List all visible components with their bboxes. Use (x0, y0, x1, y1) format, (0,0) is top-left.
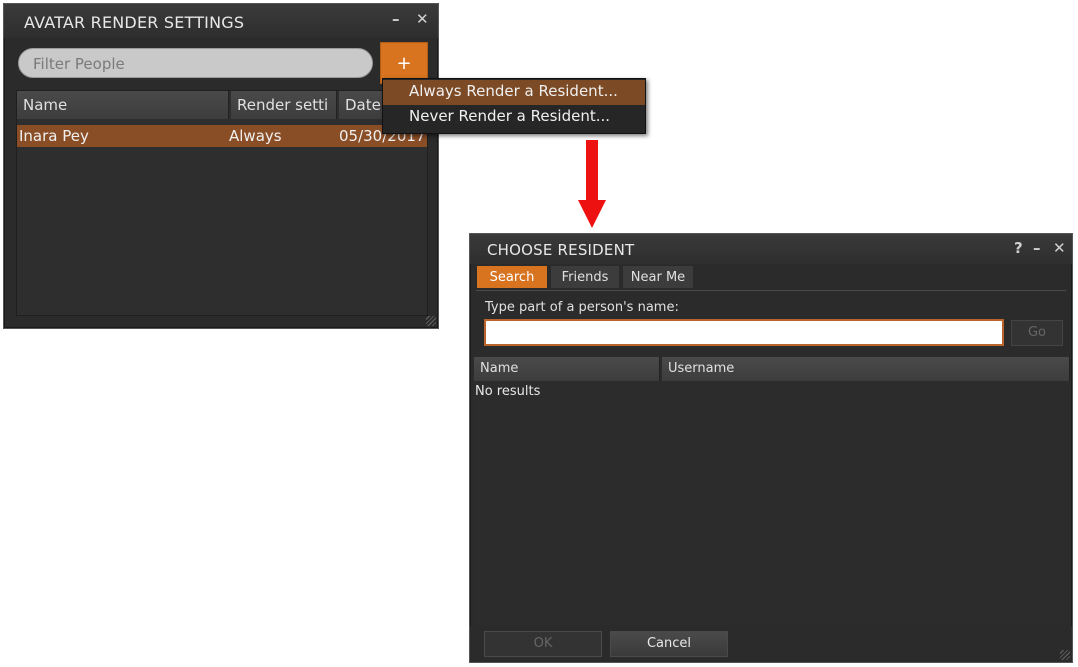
row-name: Inara Pey (19, 127, 89, 145)
row-render-setting: Always (229, 127, 282, 145)
name-search-input[interactable] (484, 319, 1004, 346)
list-item[interactable]: Inara Pey Always 05/30/2017 (17, 125, 427, 147)
go-button[interactable]: Go (1011, 320, 1063, 346)
menu-item-always-render[interactable]: Always Render a Resident... (383, 80, 645, 105)
resize-grip-icon[interactable] (426, 316, 436, 326)
tab-divider (476, 290, 1066, 291)
render-settings-list: Name Render setti Date Inara Pey Always … (16, 90, 428, 316)
resize-grip-icon[interactable] (1060, 650, 1070, 660)
title-bar[interactable]: AVATAR RENDER SETTINGS – ✕ (4, 4, 438, 38)
tab-friends[interactable]: Friends (550, 265, 620, 289)
minimize-icon[interactable]: – (1033, 239, 1041, 257)
close-icon[interactable]: ✕ (1053, 239, 1066, 257)
add-resident-menu: Always Render a Resident... Never Render… (382, 78, 646, 134)
column-header-name[interactable]: Name (474, 357, 660, 381)
close-icon[interactable]: ✕ (416, 10, 429, 28)
choose-resident-window: CHOOSE RESIDENT ? – ✕ Search Friends Nea… (469, 233, 1073, 663)
filter-people-input[interactable]: Filter People (18, 48, 373, 78)
column-header-render-setting[interactable]: Render setti (231, 91, 337, 119)
empty-results-text: No results (475, 384, 541, 399)
title-bar[interactable]: CHOOSE RESIDENT ? – ✕ (470, 234, 1072, 264)
search-prompt: Type part of a person's name: (485, 300, 679, 315)
tab-near-me[interactable]: Near Me (622, 265, 694, 289)
help-icon[interactable]: ? (1014, 239, 1023, 257)
minimize-icon[interactable]: – (392, 10, 400, 28)
results-list: Name Username No results (474, 357, 1070, 625)
dialog-footer: OK Cancel (470, 626, 1072, 662)
ok-button[interactable]: OK (484, 631, 602, 657)
menu-item-never-render[interactable]: Never Render a Resident... (383, 105, 645, 130)
column-header-name[interactable]: Name (17, 91, 229, 119)
tab-search[interactable]: Search (476, 265, 548, 289)
window-title: CHOOSE RESIDENT (487, 241, 635, 259)
window-title: AVATAR RENDER SETTINGS (24, 13, 245, 32)
arrow-down-icon (578, 140, 606, 228)
avatar-render-settings-window: AVATAR RENDER SETTINGS – ✕ Filter People… (3, 3, 439, 329)
cancel-button[interactable]: Cancel (610, 631, 728, 657)
column-header-username[interactable]: Username (662, 357, 1070, 381)
